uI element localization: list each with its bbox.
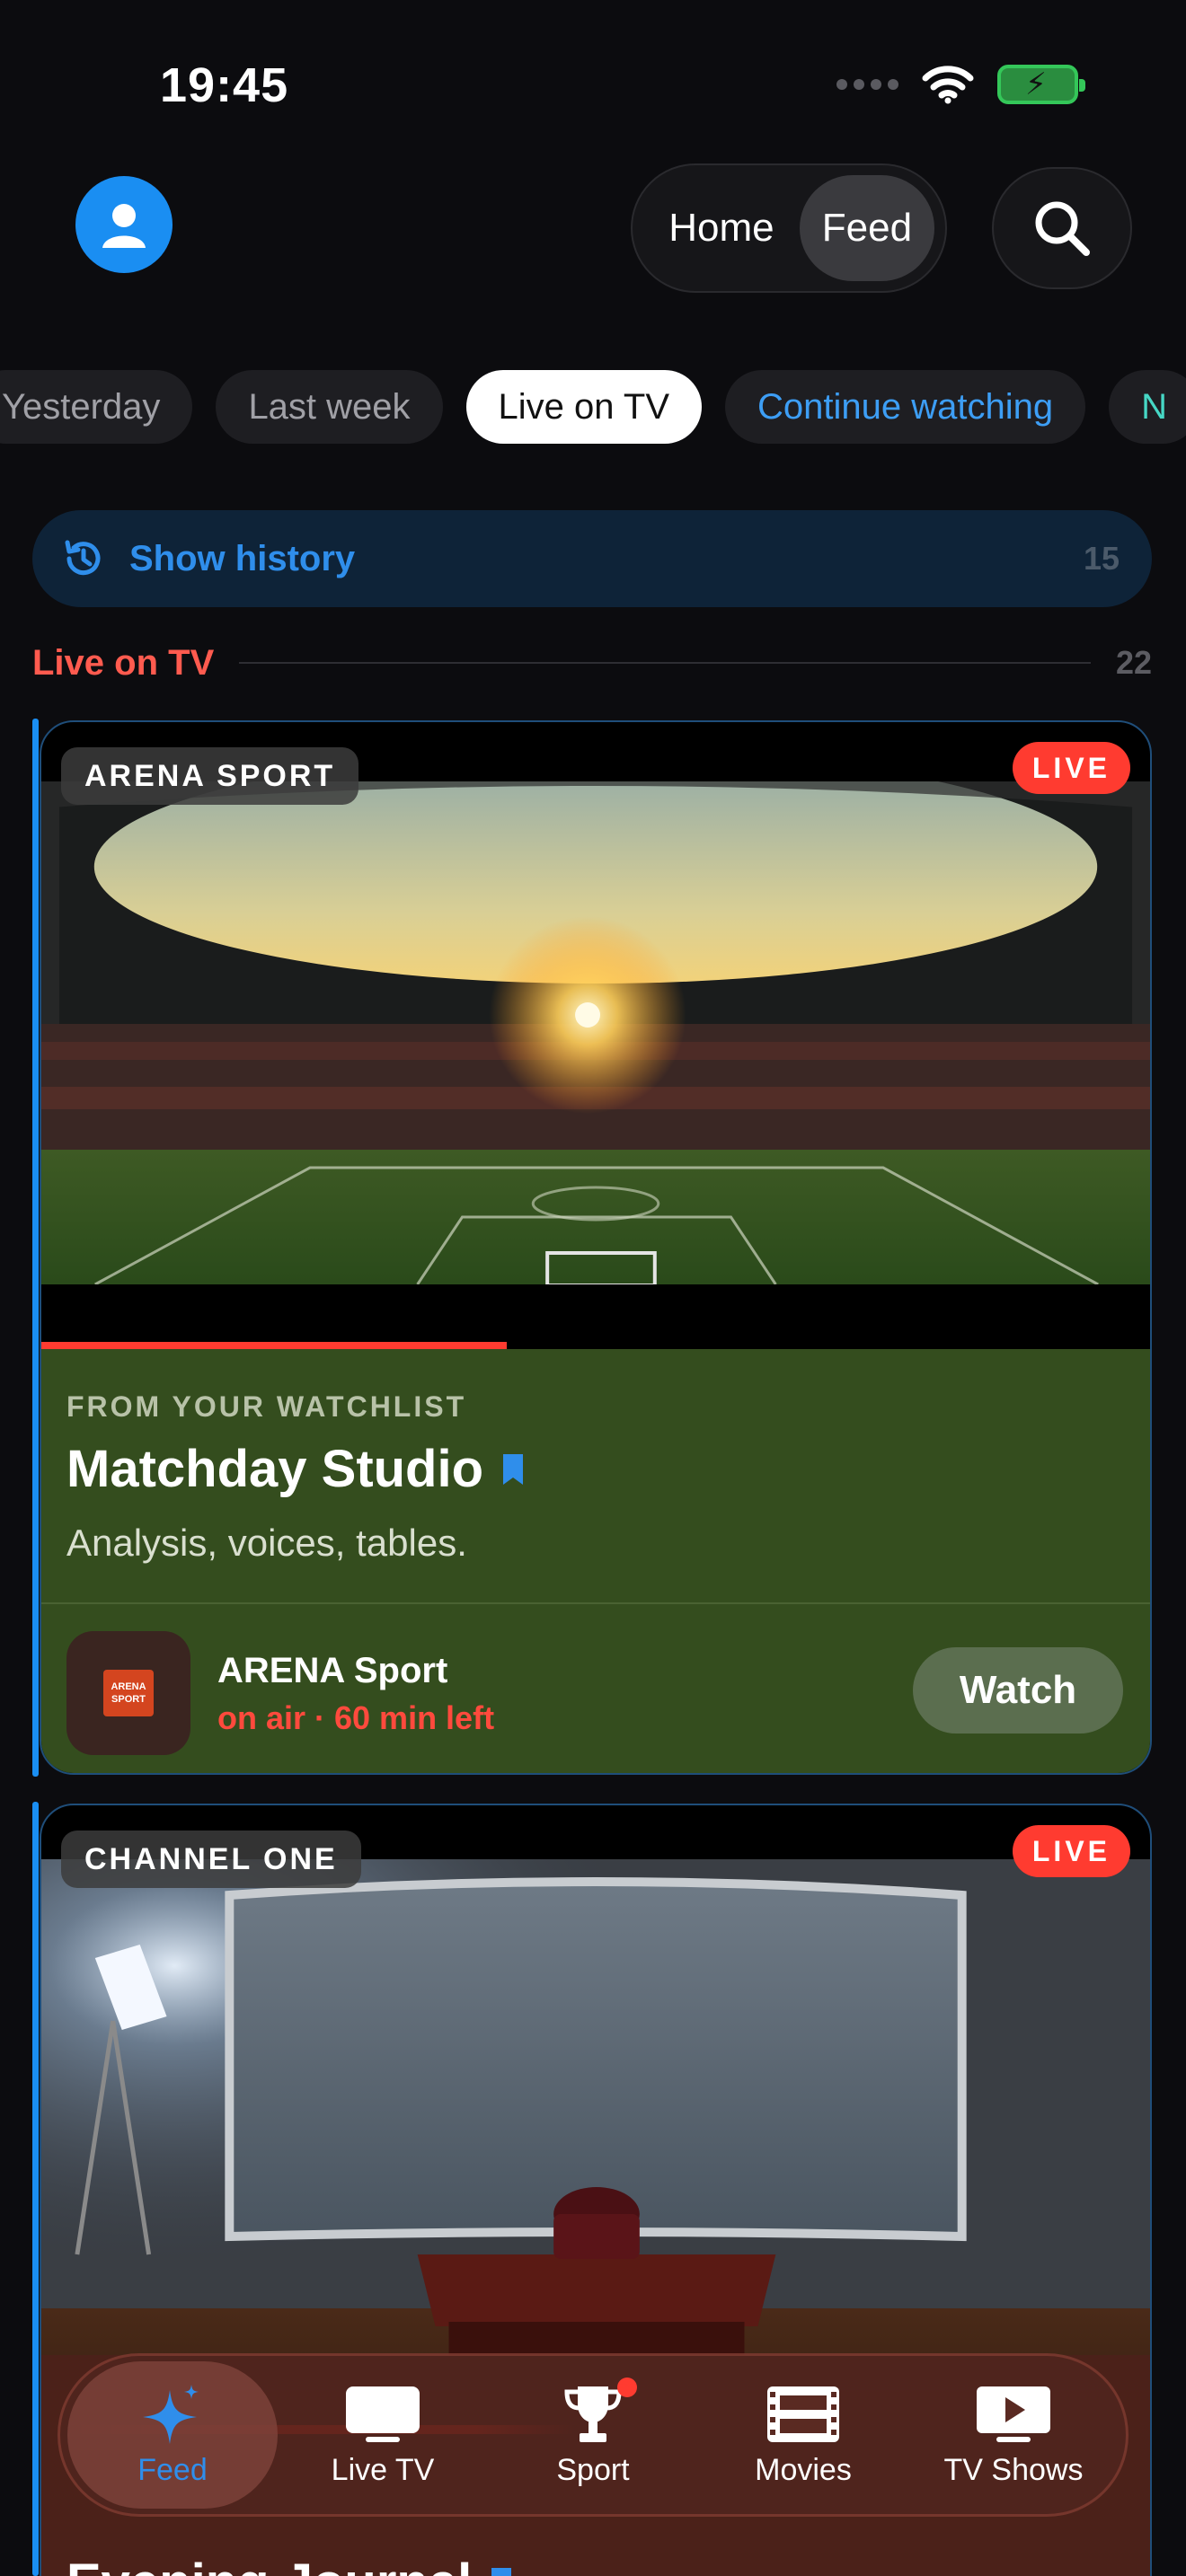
- tab-label: Movies: [755, 2452, 852, 2487]
- search-button[interactable]: [992, 167, 1132, 289]
- channel-status: on air · 60 min left: [217, 1699, 495, 1736]
- wifi-icon: [922, 66, 974, 104]
- logo-text-line-2: SPORT: [111, 1694, 146, 1705]
- section-count: 22: [1115, 644, 1152, 681]
- section-header: Live on TV 22: [32, 640, 1152, 686]
- trophy-icon: [562, 2377, 637, 2446]
- live-badge: LIVE: [1012, 742, 1130, 794]
- sparkle-icon: [141, 2383, 204, 2446]
- tab-tv-shows[interactable]: TV Shows: [908, 2361, 1119, 2509]
- watch-progress-bar: [41, 1342, 508, 1349]
- bookmark-icon: [503, 1453, 524, 1485]
- history-count: 15: [1083, 540, 1120, 577]
- tab-bar: Feed Live TV Sport Movies TV Shows: [58, 2353, 1128, 2517]
- channel-logo: ARENA SPORT: [66, 1631, 190, 1755]
- filter-chips: Yesterday Last week Live on TV Continue …: [0, 370, 1186, 444]
- show-history-button[interactable]: Show history 15: [32, 510, 1152, 607]
- tab-label: Feed: [137, 2452, 208, 2487]
- section-divider: [239, 662, 1091, 664]
- card-accent-bar: [32, 1802, 39, 2576]
- card-title: Evening Journal: [66, 2553, 472, 2576]
- notification-dot: [617, 2377, 637, 2397]
- card-title-row: Evening Journal: [66, 2553, 513, 2576]
- card-title: Matchday Studio: [66, 1440, 484, 1498]
- status-indicators: ⚡: [836, 65, 1085, 104]
- channel-logo-mark: ARENA SPORT: [103, 1670, 154, 1716]
- home-feed-switcher: Home Feed: [631, 163, 947, 293]
- profile-avatar-button[interactable]: [75, 176, 173, 273]
- history-label: Show history: [129, 538, 356, 578]
- cellular-signal-icon: [836, 79, 898, 90]
- chip-yesterday[interactable]: Yesterday: [0, 370, 193, 444]
- segment-feed[interactable]: Feed: [799, 175, 934, 281]
- stadium-image: [41, 781, 1150, 1410]
- segment-home[interactable]: Home: [643, 175, 800, 281]
- card-title-row: Matchday Studio: [66, 1439, 525, 1499]
- live-badge: LIVE: [1012, 1825, 1130, 1877]
- battery-charging-icon: ⚡: [997, 65, 1085, 104]
- status-time: 19:45: [160, 58, 289, 112]
- channel-name: ARENA Sport: [217, 1651, 448, 1690]
- tab-movies[interactable]: Movies: [698, 2361, 908, 2509]
- tab-label: Live TV: [331, 2452, 435, 2487]
- card-accent-bar: [32, 719, 39, 1777]
- bookmark-icon: [491, 2567, 512, 2576]
- tab-live-tv[interactable]: Live TV: [278, 2361, 488, 2509]
- play-icon: [975, 2383, 1052, 2446]
- card-kicker: FROM YOUR WATCHLIST: [66, 1390, 467, 1423]
- history-clock-icon: [65, 540, 101, 576]
- chip-last-week[interactable]: Last week: [216, 370, 443, 444]
- channel-badge: ARENA SPORT: [61, 747, 359, 805]
- tab-label: Sport: [556, 2452, 630, 2487]
- card-subtitle: Analysis, voices, tables.: [66, 1522, 467, 1564]
- chip-live-on-tv[interactable]: Live on TV: [465, 370, 703, 444]
- person-icon: [102, 204, 146, 248]
- tv-icon: [344, 2383, 421, 2446]
- channel-badge: CHANNEL ONE: [61, 1831, 361, 1888]
- search-icon: [1035, 201, 1090, 256]
- watch-button[interactable]: Watch: [913, 1647, 1123, 1734]
- section-title: Live on TV: [32, 642, 215, 683]
- chip-next[interactable]: N: [1109, 370, 1186, 444]
- card-body: FROM YOUR WATCHLIST Matchday Studio Anal…: [41, 1349, 1150, 1773]
- tab-label: TV Shows: [943, 2452, 1084, 2487]
- film-icon: [766, 2383, 841, 2446]
- chip-continue-watching[interactable]: Continue watching: [725, 370, 1086, 444]
- tab-feed[interactable]: Feed: [67, 2361, 278, 2509]
- tab-sport[interactable]: Sport: [488, 2361, 698, 2509]
- logo-text-line-1: ARENA: [111, 1681, 146, 1692]
- program-card[interactable]: ARENA SPORT LIVE FROM YOUR WATCHLIST Mat…: [40, 720, 1152, 1775]
- card-divider: [41, 1602, 1150, 1604]
